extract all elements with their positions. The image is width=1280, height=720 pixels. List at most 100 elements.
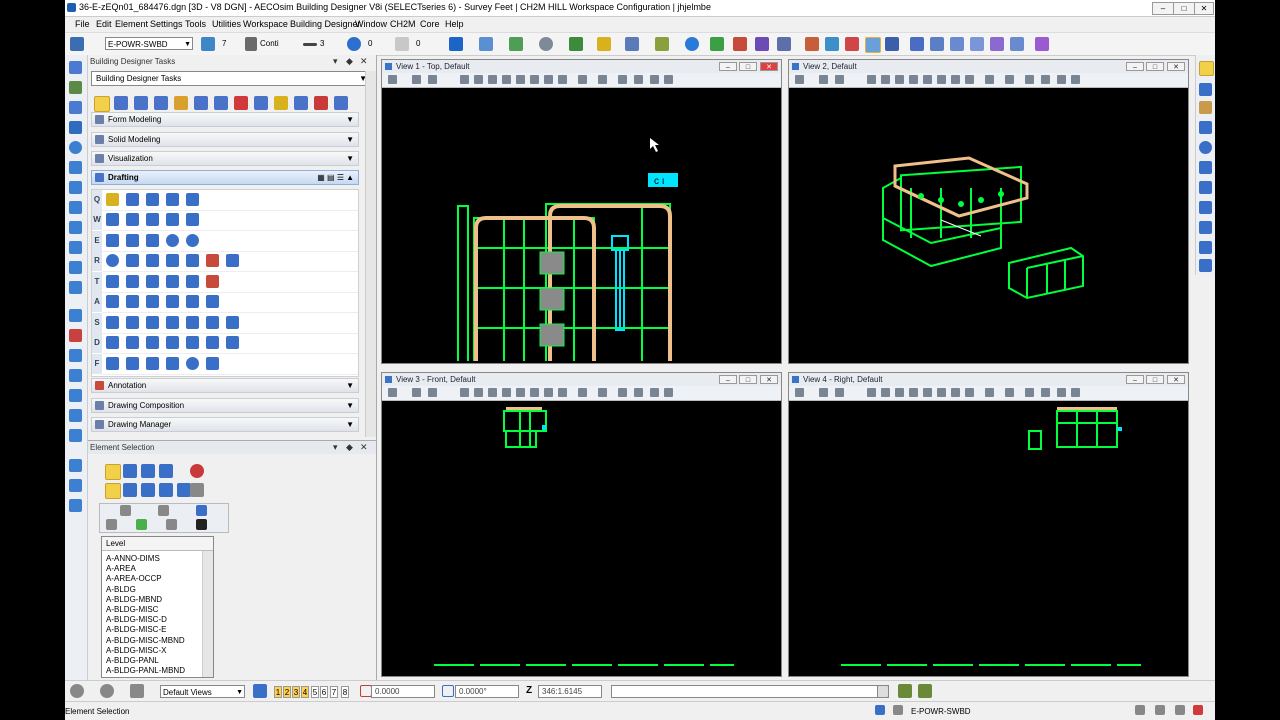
dimension-arc-icon[interactable]	[226, 336, 239, 349]
strip-tool-9-icon[interactable]	[69, 221, 82, 234]
place-half-ellipse-icon[interactable]	[146, 254, 159, 267]
snap-2-icon[interactable]	[1199, 101, 1212, 114]
highlight-tool-icon[interactable]	[865, 37, 881, 53]
grid-icon[interactable]	[777, 37, 791, 51]
level-item[interactable]: A-BLDG-MISC-E	[106, 625, 166, 635]
color-value[interactable]: 7	[222, 39, 226, 48]
panel-pin-icon[interactable]: ▾	[333, 56, 338, 67]
section-annotation[interactable]: Annotation ▼	[91, 378, 359, 393]
view-2-minimize-button[interactable]: –	[1126, 62, 1144, 71]
match-pattern-icon[interactable]	[226, 316, 239, 329]
place-orthogonal-shape-icon[interactable]	[146, 234, 159, 247]
shape-method-icon[interactable]	[141, 464, 155, 478]
line-weight-icon[interactable]	[303, 43, 317, 46]
project-icon[interactable]	[755, 37, 769, 51]
construct-bisector-icon[interactable]	[106, 213, 119, 226]
text-tool-icon[interactable]	[314, 96, 328, 110]
edit-icon[interactable]	[733, 37, 747, 51]
tab-style-icon[interactable]	[166, 519, 177, 530]
status-tool-1-icon[interactable]	[898, 684, 912, 698]
minimize-button[interactable]: –	[1152, 2, 1174, 15]
panel-dock-icon[interactable]: ◆	[346, 56, 353, 67]
modify-arc-axis-icon[interactable]	[206, 254, 219, 267]
crosshatch-area-icon[interactable]	[126, 316, 139, 329]
line-style-icon[interactable]	[245, 37, 257, 51]
strip-tool-15-icon[interactable]	[69, 349, 82, 362]
select-all-icon[interactable]	[177, 483, 191, 497]
strip-tool-21-icon[interactable]	[69, 479, 82, 492]
place-line-icon[interactable]	[126, 193, 139, 206]
menu-edit[interactable]: Edit	[96, 19, 112, 29]
chamfer-icon[interactable]	[126, 357, 139, 370]
clear-selection-icon[interactable]	[190, 464, 204, 478]
level-item[interactable]: A-BLDG-MBND	[106, 595, 162, 605]
strip-tool-11-icon[interactable]	[69, 261, 82, 274]
view-2-canvas[interactable]	[791, 88, 1186, 361]
view-1-canvas[interactable]: c ı	[384, 88, 779, 361]
level-item[interactable]: A-BLDG-MISC-MBND	[106, 636, 185, 646]
menu-settings[interactable]: Settings	[150, 19, 183, 29]
strip-tool-12-icon[interactable]	[69, 281, 82, 294]
view-toggle-4[interactable]: 4	[301, 686, 309, 698]
place-regular-polygon-icon[interactable]	[166, 234, 179, 247]
menu-file[interactable]: File	[75, 19, 90, 29]
tab-type-icon[interactable]	[158, 505, 169, 516]
task-tool-10-icon[interactable]	[334, 96, 348, 110]
view-1-minimize-button[interactable]: –	[719, 62, 737, 71]
info-icon[interactable]	[685, 37, 699, 51]
priority-value[interactable]: 0	[416, 39, 420, 48]
strip-tool-13-icon[interactable]	[69, 309, 82, 322]
task-tool-7-icon[interactable]	[254, 96, 268, 110]
view-toggle-5[interactable]: 5	[311, 686, 319, 698]
place-ellipse-icon[interactable]	[186, 234, 199, 247]
task-tool-6-icon[interactable]	[214, 96, 228, 110]
dimension-location-icon[interactable]	[146, 336, 159, 349]
view-tool-icon[interactable]	[910, 37, 924, 51]
select-element-icon[interactable]	[94, 96, 110, 112]
pattern-area-icon[interactable]	[146, 316, 159, 329]
section-drawing-manager[interactable]: Drawing Manager ▼	[91, 417, 359, 432]
line-weight-value[interactable]: 3	[320, 39, 324, 48]
snap-5-icon[interactable]	[1199, 161, 1212, 174]
status-lock-icon[interactable]	[875, 705, 885, 715]
view-tool-3-icon[interactable]	[950, 37, 964, 51]
status-tool-2-icon[interactable]	[918, 684, 932, 698]
menu-ch2m[interactable]: CH2M	[390, 19, 416, 29]
curve-tool-1-icon[interactable]	[126, 275, 139, 288]
snap-10-icon[interactable]	[1199, 259, 1212, 272]
strip-tool-6-icon[interactable]	[69, 161, 82, 174]
delete-element-icon[interactable]	[234, 96, 248, 110]
place-stream-icon[interactable]	[166, 193, 179, 206]
snap-intersection-icon[interactable]	[1199, 201, 1212, 214]
models-icon[interactable]	[569, 37, 583, 51]
construct-point-distance-icon[interactable]	[206, 295, 219, 308]
snap-center-icon[interactable]	[1199, 141, 1212, 154]
show-pattern-icon[interactable]	[206, 316, 219, 329]
view-toggle-2[interactable]: 2	[283, 686, 291, 698]
level-item[interactable]: A-ANNO-DIMS	[106, 554, 160, 564]
construct-points-along-icon[interactable]	[186, 295, 199, 308]
add-mode-icon[interactable]	[123, 483, 137, 497]
print-icon[interactable]	[805, 37, 819, 51]
level-list-scrollbar[interactable]	[202, 551, 213, 677]
view-toggle-6[interactable]: 6	[320, 686, 328, 698]
menu-building-designer[interactable]: Building Designer	[290, 19, 361, 29]
place-block-icon[interactable]	[106, 234, 119, 247]
strip-tool-1-icon[interactable]	[69, 61, 82, 74]
tab-level-icon[interactable]	[120, 505, 131, 516]
new-mode-icon[interactable]	[105, 483, 121, 499]
view-1-maximize-button[interactable]: □	[739, 62, 757, 71]
tasks-scrollbar[interactable]	[365, 71, 376, 437]
strip-tool-10-icon[interactable]	[69, 241, 82, 254]
status-icon-2[interactable]	[1155, 705, 1165, 715]
trim-icon[interactable]	[166, 357, 179, 370]
section-form-modeling[interactable]: Form Modeling ▼	[91, 112, 359, 127]
place-point-curve-icon[interactable]	[186, 193, 199, 206]
level-item[interactable]: A-BLDG-MISC-X	[106, 646, 166, 656]
view-toggle-7[interactable]: 7	[330, 686, 338, 698]
menu-tools[interactable]: Tools	[185, 19, 206, 29]
curve-tool-5-icon[interactable]	[206, 275, 219, 288]
construct-angle-bisector-icon[interactable]	[146, 357, 159, 370]
strip-tool-17-icon[interactable]	[69, 389, 82, 402]
strip-tool-18-icon[interactable]	[69, 409, 82, 422]
